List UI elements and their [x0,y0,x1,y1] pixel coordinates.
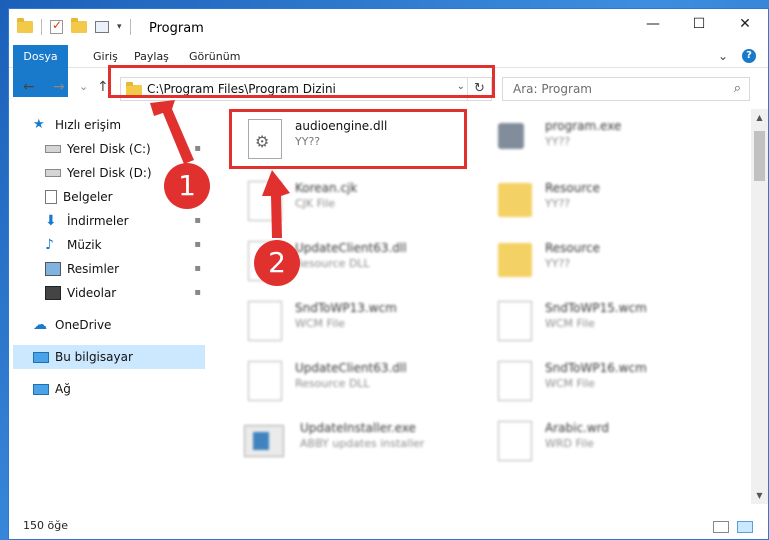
dll-gear-icon [248,361,282,401]
music-icon: ♪ [45,237,54,253]
document-icon [248,301,282,341]
drive-icon [45,169,61,177]
properties-check-icon[interactable] [50,18,63,34]
scroll-up-icon[interactable]: ▲ [751,109,768,126]
details-view-icon[interactable] [713,521,729,533]
item-count: 150 öğe [23,519,68,532]
quick-access-toolbar: ▾ [17,18,131,35]
sidebar-item-this-pc[interactable]: Bu bilgisayar [13,345,205,369]
callout-2: 2 [254,240,300,286]
search-placeholder: Ara: Program [513,82,592,96]
sidebar-item-quick-access[interactable]: ★ Hızlı erişim [33,113,229,137]
file-item[interactable]: SndToWP16.wcm WCM File [480,355,725,407]
cloud-icon: ☁ [33,317,47,333]
folder-icon [498,183,532,217]
title-bar: ▾ Program — ☐ ✕ [9,9,768,45]
document-icon [248,181,282,221]
customize-toolbar-icon[interactable]: ▾ [117,22,122,32]
exe-icon [498,123,524,149]
pin-icon[interactable]: ▪ [194,287,201,298]
file-item[interactable]: Korean.cjk CJK File [230,175,475,227]
pin-icon[interactable]: ▪ [194,263,201,274]
status-bar: 150 öğe [9,507,768,540]
file-item[interactable]: UpdateClient63.dll Resource DLL [230,355,475,407]
computer-icon [33,351,49,363]
divider [129,19,131,35]
address-highlight-box [108,65,495,98]
up-button[interactable]: ↑ [97,79,109,95]
properties-icon[interactable] [95,21,109,33]
expand-ribbon-icon[interactable]: ⌄ [718,49,728,63]
scrollbar-thumb[interactable] [754,131,765,181]
minimize-button[interactable]: — [630,9,676,39]
sidebar-item-music[interactable]: ♪ Müzik ▪ [45,233,205,257]
file-item[interactable]: UpdateInstaller.exe ABBY updates install… [230,415,475,467]
pin-icon[interactable]: ▪ [194,239,201,250]
pin-icon[interactable]: ▪ [194,143,201,154]
back-button[interactable]: ← [23,79,35,95]
star-icon: ★ [33,117,45,132]
installer-icon [244,425,284,457]
document-icon [498,421,532,461]
callout-1: 1 [164,163,210,209]
search-box[interactable]: Ara: Program ⌕ [502,77,750,101]
scroll-down-icon[interactable]: ▼ [751,487,768,504]
sidebar-item-onedrive[interactable]: ☁ OneDrive [33,313,205,337]
file-item[interactable]: SndToWP13.wcm WCM File [230,295,475,347]
drive-icon [45,145,61,153]
vertical-scrollbar[interactable]: ▲ ▼ [751,109,768,504]
network-icon [33,383,49,395]
search-icon[interactable]: ⌕ [734,81,741,96]
sidebar-item-network[interactable]: Ağ [33,377,205,401]
folder-icon [17,18,33,33]
close-button[interactable]: ✕ [722,9,768,39]
maximize-button[interactable]: ☐ [676,9,722,39]
large-icons-view-icon[interactable] [737,521,753,533]
file-item[interactable]: Resource YY?? [480,235,725,287]
sidebar-item-videos[interactable]: Videolar ▪ [45,281,205,305]
new-folder-icon[interactable] [71,18,87,33]
sidebar-item-pictures[interactable]: Resimler ▪ [45,257,205,281]
recent-locations-icon[interactable]: ⌄ [79,80,88,93]
file-highlight-box [229,109,467,169]
file-item[interactable]: SndToWP15.wcm WCM File [480,295,725,347]
window-title: Program [149,21,204,36]
file-item[interactable]: Arabic.wrd WRD File [480,415,725,467]
file-item[interactable]: Resource YY?? [480,175,725,227]
forward-button[interactable]: → [53,79,65,95]
document-icon [498,301,532,341]
videos-icon [45,286,61,300]
file-item[interactable]: program.exe YY?? [480,113,725,165]
folder-icon [498,243,532,277]
sidebar-item-downloads[interactable]: ⬇ İndirmeler ▪ [45,209,205,233]
pictures-icon [45,262,61,276]
document-icon [498,361,532,401]
help-icon[interactable]: ? [742,49,756,63]
pin-icon[interactable]: ▪ [194,215,201,226]
ribbon-options: ⌄ ? [718,49,756,63]
divider [41,19,42,35]
download-icon: ⬇ [45,213,57,229]
sidebar-item-local-disk-c[interactable]: Yerel Disk (C:) ▪ [45,137,205,161]
window-controls: — ☐ ✕ [630,9,768,39]
documents-icon [45,190,57,204]
